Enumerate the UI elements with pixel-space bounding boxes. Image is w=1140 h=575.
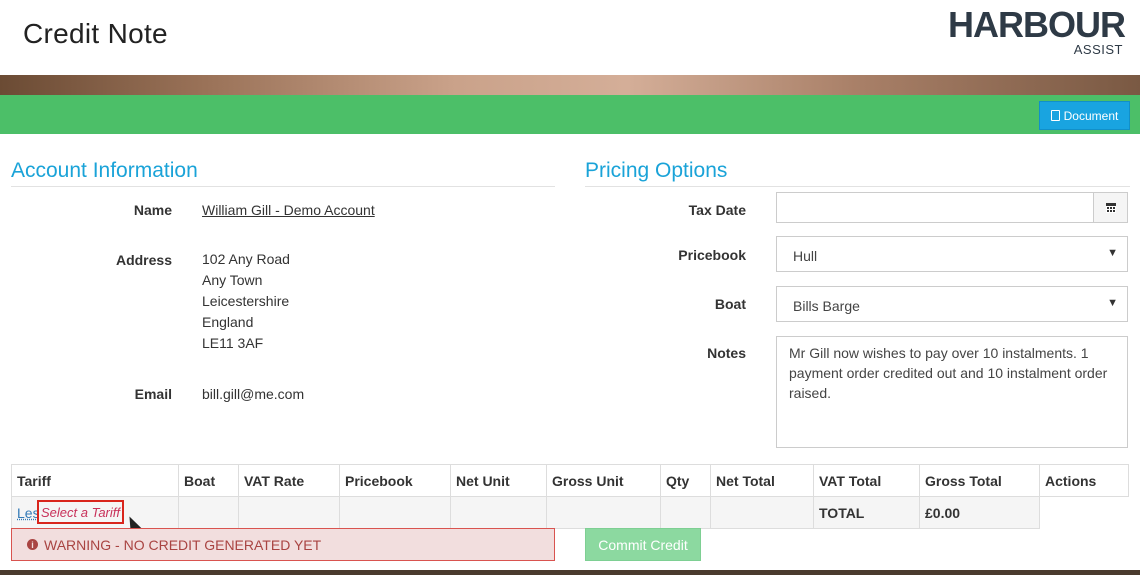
tax-date-label: Tax Date	[688, 202, 746, 218]
email-label: Email	[134, 386, 172, 402]
col-actions: Actions	[1039, 464, 1129, 497]
pricebook-selected-value: Hull	[793, 248, 818, 264]
total-value: £0.00	[919, 496, 1040, 529]
account-name-link[interactable]: William Gill - Demo Account	[202, 202, 375, 218]
address-line-1: 102 Any Road	[202, 251, 290, 267]
net-unit-cell	[450, 496, 547, 529]
notes-textarea[interactable]: Mr Gill now wishes to pay over 10 instal…	[776, 336, 1128, 448]
address-block: 102 Any Road Any Town Leicestershire Eng…	[202, 249, 290, 354]
calendar-button[interactable]	[1093, 193, 1127, 222]
pricing-options-heading: Pricing Options	[585, 159, 728, 182]
name-label: Name	[133, 202, 172, 218]
col-pricebook: Pricebook	[339, 464, 451, 497]
boat-label: Boat	[714, 296, 746, 312]
vat-rate-cell	[238, 496, 340, 529]
notes-value: Mr Gill now wishes to pay over 10 instal…	[789, 345, 1108, 401]
email-value: bill.gill@me.com	[202, 386, 305, 402]
page-title: Credit Note	[23, 18, 168, 49]
col-boat: Boat	[178, 464, 239, 497]
header-banner	[0, 75, 1140, 95]
pricebook-select[interactable]: Hull ▼	[776, 236, 1128, 272]
col-vat-rate: VAT Rate	[238, 464, 340, 497]
actions-cell	[1039, 496, 1129, 529]
address-line-2: Any Town	[202, 272, 263, 288]
col-tariff: Tariff	[11, 464, 179, 497]
toolbar	[0, 95, 1140, 134]
address-label: Address	[115, 252, 172, 268]
harbour-assist-logo: HARBOUR ASSIST	[948, 4, 1126, 58]
warning-text: WARNING - NO CREDIT GENERATED YET	[44, 536, 322, 553]
select-tariff-dropdown[interactable]: Select a Tariff	[37, 500, 124, 524]
col-qty: Qty	[660, 464, 711, 497]
header: Credit Note HARBOUR ASSIST	[0, 0, 1140, 75]
address-line-5: LE11 3AF	[202, 335, 264, 351]
notes-label: Notes	[707, 345, 746, 361]
commit-credit-button[interactable]: Commit Credit	[585, 528, 701, 561]
table-header-row: Tariff Boat VAT Rate Pricebook Net Unit …	[11, 464, 1129, 497]
logo-subtext: ASSIST	[1073, 42, 1123, 57]
chevron-down-icon: ▼	[1107, 247, 1118, 259]
col-vat-total: VAT Total	[813, 464, 920, 497]
tax-date-input[interactable]	[776, 192, 1128, 223]
boat-selected-value: Bills Barge	[793, 298, 860, 314]
net-total-cell	[710, 496, 814, 529]
col-net-total: Net Total	[710, 464, 814, 497]
document-icon	[1050, 110, 1060, 121]
address-line-4: England	[202, 314, 254, 330]
footer-strip	[0, 570, 1140, 575]
chevron-down-icon: ▼	[1107, 297, 1118, 309]
qty-cell	[660, 496, 711, 529]
logo-text: HARBOUR	[948, 4, 1126, 45]
col-net-unit: Net Unit	[450, 464, 547, 497]
col-gross-total: Gross Total	[919, 464, 1040, 497]
info-circle-icon: i	[27, 539, 38, 550]
table-row: Les Select a Tariff TOTAL £0.00	[11, 496, 1129, 529]
pricebook-cell	[339, 496, 451, 529]
tariff-cell: Les Select a Tariff	[11, 496, 179, 529]
account-divider	[11, 186, 555, 187]
account-information-heading: Account Information	[11, 159, 198, 182]
warning-banner: i WARNING - NO CREDIT GENERATED YET	[11, 528, 555, 561]
document-button[interactable]: Document	[1039, 101, 1130, 130]
tariff-table: Tariff Boat VAT Rate Pricebook Net Unit …	[11, 464, 1129, 529]
pricebook-label: Pricebook	[678, 247, 746, 263]
calendar-icon	[1105, 202, 1116, 213]
gross-unit-cell	[546, 496, 661, 529]
pricing-divider	[585, 186, 1130, 187]
address-line-3: Leicestershire	[202, 293, 290, 309]
total-label: TOTAL	[813, 496, 920, 529]
boat-select[interactable]: Bills Barge ▼	[776, 286, 1128, 322]
boat-cell	[178, 496, 239, 529]
col-gross-unit: Gross Unit	[546, 464, 661, 497]
document-button-label: Document	[1063, 108, 1119, 123]
